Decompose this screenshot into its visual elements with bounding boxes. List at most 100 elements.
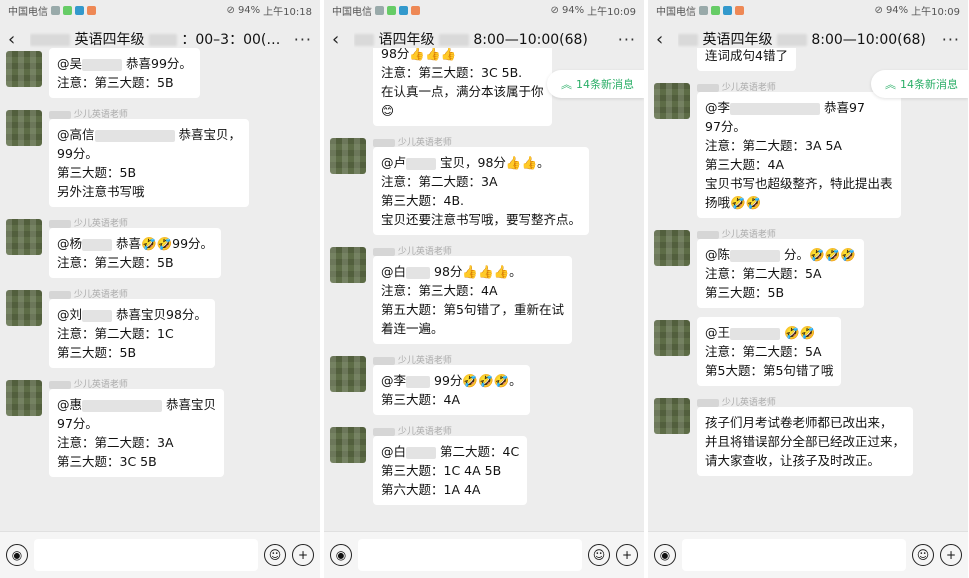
message-line: 请大家查收，让孩子及时改正。 <box>705 453 881 468</box>
message-bubble[interactable]: @陈 分。🤣🤣🤣 注意：第二大题：5A 第三大题：5B <box>697 239 864 308</box>
more-icon[interactable]: ··· <box>936 30 960 49</box>
message-input[interactable] <box>34 539 258 571</box>
plus-icon[interactable]: + <box>616 544 638 566</box>
message: 连词成句4错了 <box>648 48 968 71</box>
message-bubble[interactable]: @卢 宝贝，98分👍👍。 注意：第二大题：3A 第三大题：4B. 宝贝还要注意书… <box>373 147 590 235</box>
status-left: 中国电信 <box>8 3 96 18</box>
voice-icon[interactable]: ◉ <box>654 544 676 566</box>
back-icon[interactable]: ‹ <box>656 29 678 50</box>
app-icon <box>63 5 72 15</box>
chat-area[interactable]: 98分👍👍👍 注意：第三大题：3C 5B. 在认真一点，满分本该属于你 😊 少儿… <box>324 48 644 531</box>
message-body: 少儿英语老师 @惠 恭喜宝贝 97分。 注意：第二大题：3A 第三大题：3C 5… <box>49 377 225 477</box>
mention-text: @惠 <box>57 397 83 412</box>
battery-label: 94% <box>885 4 909 16</box>
message-bubble[interactable]: @李 恭喜97 97分。 注意：第二大题：3A 5A 第三大题：4A 宝贝书写也… <box>697 92 901 218</box>
message-text: 恭喜97 <box>824 100 865 115</box>
message-bubble[interactable]: 98分👍👍👍 注意：第三大题：3C 5B. 在认真一点，满分本该属于你 😊 <box>373 48 552 126</box>
avatar[interactable] <box>6 51 42 87</box>
avatar[interactable] <box>330 138 366 174</box>
message-text: 98分👍👍👍。 <box>434 264 522 279</box>
redacted-block <box>697 230 719 239</box>
message-input[interactable] <box>358 539 582 571</box>
time-label: 上午10:18 <box>263 6 312 18</box>
message-bubble[interactable]: 孩子们月考试卷老师都已改出来， 并且将错误部分全部已经改正过来， 请大家查收，让… <box>697 407 914 476</box>
phone-screen-3: 中国电信 ⊘ 94% 上午10:09 ‹ 英语四年级 8:00—10:00(68… <box>648 0 968 578</box>
message-line: 注意：第三大题：4A <box>381 283 498 298</box>
avatar[interactable] <box>654 398 690 434</box>
avatar[interactable] <box>654 83 690 119</box>
plus-icon[interactable]: + <box>292 544 314 566</box>
voice-icon[interactable]: ◉ <box>6 544 28 566</box>
app-icon <box>711 5 720 15</box>
chat-area[interactable]: 连词成句4错了 少儿英语老师 @李 恭喜97 97分。 注意：第二大题：3A 5… <box>648 48 968 531</box>
mention-text: @卢 <box>381 155 407 170</box>
message-input[interactable] <box>682 539 906 571</box>
message-line: 注意：第二大题：3A <box>381 174 498 189</box>
message-line: 98分👍👍👍 <box>381 48 457 61</box>
message-bubble[interactable]: @李 99分🤣🤣🤣。 第三大题：4A <box>373 365 530 415</box>
redacted-block <box>730 327 781 340</box>
redacted-block <box>82 309 113 322</box>
back-icon[interactable]: ‹ <box>8 29 30 50</box>
message-bubble[interactable]: @白 98分👍👍👍。 注意：第三大题：4A 第五大题：第5句错了，重新在试 着连… <box>373 256 572 344</box>
redacted-block <box>82 238 113 251</box>
avatar[interactable] <box>6 110 42 146</box>
redacted-block <box>438 34 469 46</box>
plus-icon[interactable]: + <box>940 544 962 566</box>
message-line: 注意：第二大题：3A <box>57 435 174 450</box>
app-icon-2 <box>75 5 84 15</box>
message-line: 并且将错误部分全部已经改正过来， <box>705 434 906 449</box>
message-bubble[interactable]: @惠 恭喜宝贝 97分。 注意：第二大题：3A 第三大题：3C 5B <box>49 389 225 477</box>
emoji-icon[interactable]: ☺ <box>264 544 286 566</box>
signal-icon <box>375 5 384 15</box>
chat-area[interactable]: @吴 恭喜99分。 注意：第三大题：5B 少儿英语老师 @高信 恭喜宝贝， 99… <box>0 48 320 531</box>
mention-text: @吴 <box>57 56 83 71</box>
back-icon[interactable]: ‹ <box>332 29 354 50</box>
message-bubble[interactable]: @刘 恭喜宝贝98分。 注意：第二大题：1C 第三大题：5B <box>49 299 215 368</box>
message-bubble[interactable]: @王 🤣🤣 注意：第二大题：5A 第5大题：第5句错了哦 <box>697 317 842 386</box>
chat-title: 英语四年级 ：00–3：00(60) <box>30 29 288 49</box>
message-line: 注意：第三大题：5B <box>57 255 174 270</box>
message-bubble[interactable]: @白 第二大题：4C 第三大题：1C 4A 5B 第六大题：1A 4A <box>373 436 528 505</box>
voice-icon[interactable]: ◉ <box>330 544 352 566</box>
message-line: @白 第二大题：4C <box>381 442 519 461</box>
message-bubble[interactable]: 连词成句4错了 <box>697 48 796 71</box>
avatar[interactable] <box>330 247 366 283</box>
redacted-block <box>49 290 71 299</box>
avatar[interactable] <box>330 427 366 463</box>
redacted-block <box>49 380 71 389</box>
status-bar: 中国电信 ⊘ 94% 上午10:09 <box>324 0 644 20</box>
message-line: 注意：第二大题：5A <box>705 344 822 359</box>
message-line: 第三大题：5B <box>705 285 785 300</box>
input-bar: ◉ ☺ + <box>648 531 968 578</box>
emoji-icon[interactable]: ☺ <box>588 544 610 566</box>
mention-text: @王 <box>705 325 731 340</box>
more-icon[interactable]: ··· <box>612 30 636 49</box>
emoji-icon[interactable]: ☺ <box>912 544 934 566</box>
status-bar: 中国电信 ⊘ 94% 上午10:18 <box>0 0 320 20</box>
mention-text: @刘 <box>57 307 83 322</box>
avatar[interactable] <box>6 219 42 255</box>
chat-title-text: 英语四年级 <box>702 32 773 48</box>
message-bubble[interactable]: @吴 恭喜99分。 注意：第三大题：5B <box>49 48 200 98</box>
message-bubble[interactable]: @高信 恭喜宝贝， 99分。 第三大题：5B 另外注意书写哦 <box>49 119 250 207</box>
sender-text: 少儿英语老师 <box>397 427 452 436</box>
avatar[interactable] <box>330 356 366 392</box>
message-line: @杨 恭喜🤣🤣99分。 <box>57 234 213 253</box>
time-label: 上午10:09 <box>911 6 960 18</box>
message-line: 注意：第二大题：3A 5A <box>705 138 842 153</box>
new-messages-button[interactable]: ︽ 14条新消息 <box>547 70 644 98</box>
more-icon[interactable]: ··· <box>288 30 312 49</box>
sender-name: 少儿英语老师 <box>697 227 864 239</box>
avatar[interactable] <box>654 230 690 266</box>
message: 少儿英语老师 @白 98分👍👍👍。 注意：第三大题：4A 第五大题：第5句错了，… <box>324 244 644 344</box>
message-bubble[interactable]: @杨 恭喜🤣🤣99分。 注意：第三大题：5B <box>49 228 222 278</box>
new-messages-button[interactable]: ︽ 14条新消息 <box>871 70 968 98</box>
sender-text: 少儿英语老师 <box>73 380 128 389</box>
avatar[interactable] <box>6 290 42 326</box>
avatar[interactable] <box>654 320 690 356</box>
signal-icon <box>699 5 708 15</box>
message-line: 第三大题：4A <box>705 157 785 172</box>
avatar[interactable] <box>6 380 42 416</box>
message-line: 第三大题：5B <box>57 165 137 180</box>
